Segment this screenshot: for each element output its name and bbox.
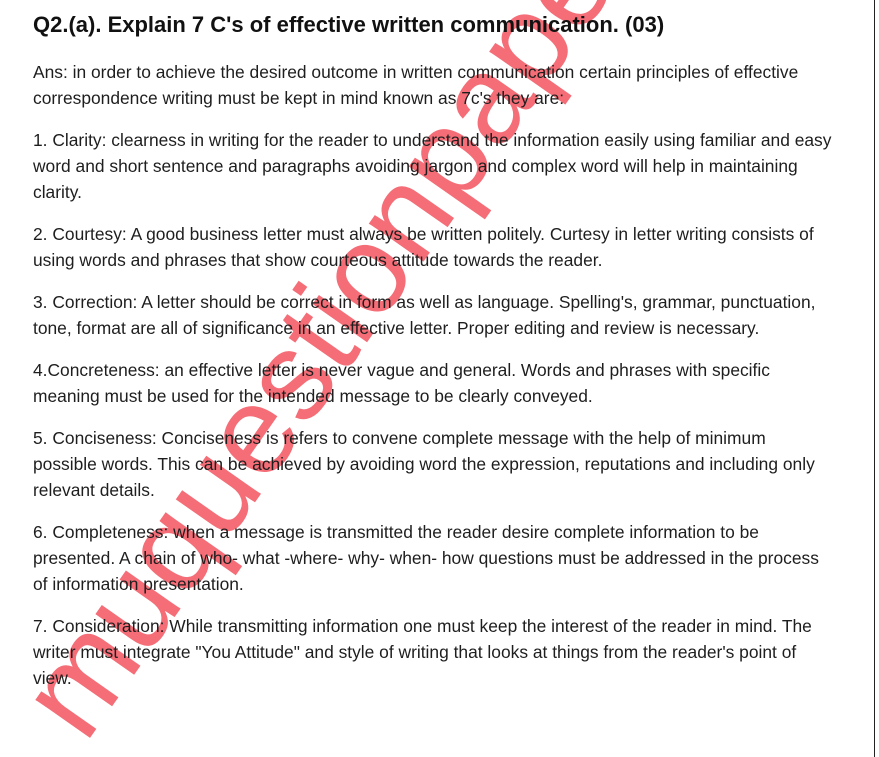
document-page: muquestionpapers.co Q2.(a). Explain 7 C'… [0,0,879,757]
page-border-line [874,0,875,757]
point-correction: 3. Correction: A letter should be correc… [33,292,816,338]
document-body: Q2.(a). Explain 7 C's of effective writt… [0,0,853,691]
question-heading: Q2.(a). Explain 7 C's of effective writt… [33,12,665,37]
point-conciseness: 5. Conciseness: Conciseness is refers to… [33,428,815,500]
point-concreteness: 4.Concreteness: an effective letter is n… [33,360,770,406]
point-clarity: 1. Clarity: clearness in writing for the… [33,130,832,202]
point-completeness: 6. Completeness: when a message is trans… [33,522,819,594]
point-consideration: 7. Consideration: While transmitting inf… [33,616,812,688]
answer-intro: Ans: in order to achieve the desired out… [33,62,799,108]
point-courtesy: 2. Courtesy: A good business letter must… [33,224,814,270]
